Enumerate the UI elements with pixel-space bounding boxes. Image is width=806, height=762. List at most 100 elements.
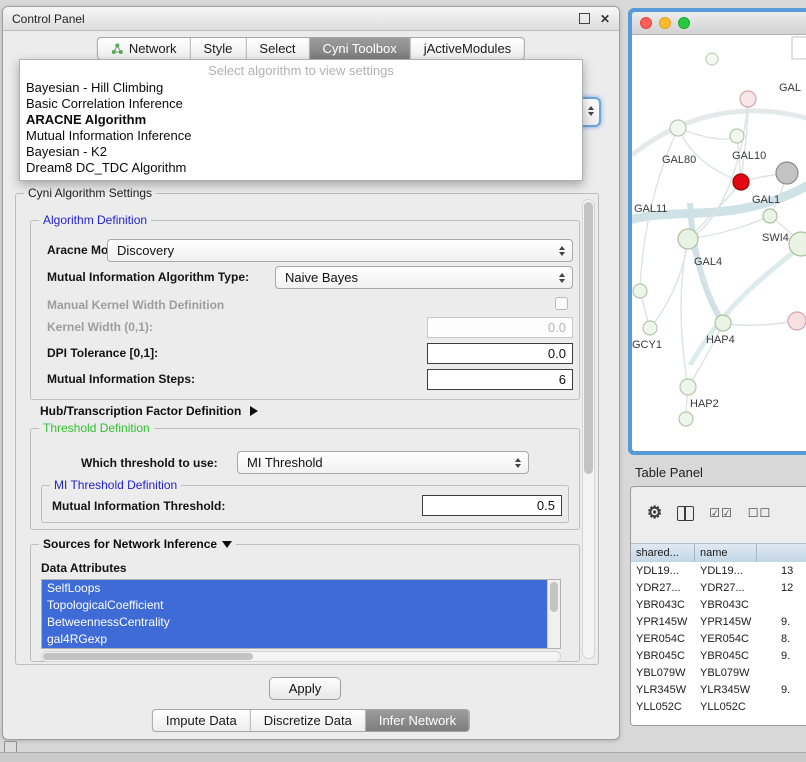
- tab-select[interactable]: Select: [245, 38, 308, 59]
- dpi-tolerance-field[interactable]: 0.0: [427, 343, 573, 364]
- column-header-extra[interactable]: [757, 544, 806, 562]
- expand-arrow-icon[interactable]: [250, 406, 258, 416]
- dropdown-item[interactable]: Bayesian - K2: [20, 144, 582, 160]
- cell-extra: 9.: [757, 647, 806, 664]
- column-header-name[interactable]: name: [695, 544, 757, 562]
- algorithm-definition-group: Algorithm Definition Aracne Mode: Discov…: [30, 220, 580, 400]
- dropdown-item[interactable]: Basic Correlation Inference: [20, 96, 582, 112]
- tab-style[interactable]: Style: [190, 38, 246, 59]
- table-row[interactable]: YDL19... YDL19... 13: [631, 562, 806, 579]
- list-item[interactable]: TopologicalCoefficient: [42, 597, 548, 614]
- columns-icon[interactable]: [677, 506, 694, 521]
- stepper-arrows-icon: [557, 246, 567, 256]
- control-panel-window: Control Panel ✕ Network Style Select Cyn…: [2, 6, 620, 740]
- combo-value: MI Threshold: [247, 455, 513, 470]
- node-label: GAL4: [694, 256, 722, 268]
- tab-discretize-data[interactable]: Discretize Data: [250, 710, 365, 731]
- list-item[interactable]: BetweennessCentrality: [42, 614, 548, 631]
- dropdown-item[interactable]: Mutual Information Inference: [20, 128, 582, 144]
- dropdown-item[interactable]: Dream8 DC_TDC Algorithm: [20, 160, 582, 176]
- list-item[interactable]: gal4RGexp: [42, 631, 548, 648]
- close-button[interactable]: [640, 17, 652, 29]
- apply-button[interactable]: Apply: [269, 677, 341, 700]
- cell-shared-name: YLR345W: [631, 681, 695, 698]
- node-label: GCY1: [632, 339, 662, 351]
- network-window-titlebar[interactable]: [632, 12, 806, 35]
- sources-title-label: Sources for Network Inference: [43, 537, 217, 551]
- scrollbar-thumb[interactable]: [43, 653, 253, 660]
- zoom-button[interactable]: [678, 17, 690, 29]
- dropdown-placeholder: Select algorithm to view settings: [20, 62, 582, 80]
- node-label: GAL10: [732, 150, 766, 162]
- cell-name: YDR27...: [695, 579, 757, 596]
- tab-cyni-toolbox[interactable]: Cyni Toolbox: [309, 38, 410, 59]
- control-panel-titlebar[interactable]: Control Panel ✕: [3, 7, 619, 31]
- manual-kernel-width-label: Manual Kernel Width Definition: [47, 298, 224, 312]
- table-row[interactable]: YDR27... YDR27... 12: [631, 579, 806, 596]
- algorithm-dropdown-popup: Select algorithm to view settings Bayesi…: [19, 59, 583, 181]
- cyni-mode-tab-bar: Impute Data Discretize Data Infer Networ…: [152, 709, 470, 732]
- manual-kernel-width-checkbox[interactable]: [555, 297, 568, 310]
- data-attributes-label: Data Attributes: [41, 561, 127, 575]
- table-row[interactable]: YLL052C YLL052C: [631, 698, 806, 715]
- table-row[interactable]: YPR145W YPR145W 9.: [631, 613, 806, 630]
- float-window-icon[interactable]: [579, 13, 590, 24]
- gear-icon[interactable]: ⚙: [647, 503, 662, 523]
- data-attributes-list[interactable]: SelfLoops TopologicalCoefficient Between…: [41, 579, 561, 649]
- aracne-mode-select[interactable]: Discovery: [107, 239, 573, 262]
- cell-shared-name: YDR27...: [631, 579, 695, 596]
- list-scrollbar[interactable]: [547, 580, 560, 648]
- scrollbar-thumb[interactable]: [550, 582, 558, 612]
- table-row[interactable]: YBR043C YBR043C: [631, 596, 806, 613]
- tab-label: Infer Network: [379, 713, 456, 728]
- table-toolbar: ⚙ ☑☑ ☐☐: [631, 487, 806, 539]
- scrollbar-thumb[interactable]: [584, 202, 593, 474]
- tab-label: jActiveModules: [424, 41, 511, 56]
- group-title: MI Threshold Definition: [50, 478, 181, 492]
- tab-label: Style: [204, 41, 233, 56]
- table-row[interactable]: YLR345W YLR345W 9.: [631, 681, 806, 698]
- dropdown-item[interactable]: Bayesian - Hill Climbing: [20, 80, 582, 96]
- table-row[interactable]: YBR045C YBR045C 9.: [631, 647, 806, 664]
- tab-label: Impute Data: [166, 713, 237, 728]
- kernel-width-label: Kernel Width (0,1):: [47, 320, 153, 334]
- table-panel-title: Table Panel: [635, 465, 703, 480]
- dropdown-item-selected[interactable]: ARACNE Algorithm: [20, 112, 582, 128]
- select-all-checks-icon[interactable]: ☑☑: [709, 506, 733, 520]
- table-row[interactable]: YER054C YER054C 8.: [631, 630, 806, 647]
- cell-name: YDL19...: [695, 562, 757, 579]
- tab-infer-network[interactable]: Infer Network: [365, 710, 469, 731]
- which-threshold-label: Which threshold to use:: [81, 456, 218, 470]
- kernel-width-field[interactable]: 0.0: [427, 317, 573, 338]
- cell-shared-name: YER054C: [631, 630, 695, 647]
- tab-jactivemodules[interactable]: jActiveModules: [410, 38, 524, 59]
- cell-extra: 9.: [757, 681, 806, 698]
- hub-definition-section[interactable]: Hub/Transcription Factor Definition: [40, 404, 258, 418]
- mi-algorithm-type-select[interactable]: Naive Bayes: [275, 266, 573, 289]
- mi-algorithm-type-label: Mutual Information Algorithm Type:: [47, 270, 249, 284]
- mi-threshold-field[interactable]: 0.5: [422, 495, 562, 516]
- tab-label: Select: [259, 41, 295, 56]
- unselect-all-checks-icon[interactable]: ☐☐: [748, 506, 772, 520]
- column-header-shared-name[interactable]: shared...: [631, 544, 695, 562]
- tab-label: Cyni Toolbox: [323, 41, 397, 56]
- hub-definition-label: Hub/Transcription Factor Definition: [40, 404, 241, 418]
- mi-steps-field[interactable]: 6: [427, 369, 573, 390]
- cell-name: YBR043C: [695, 596, 757, 613]
- minimize-button[interactable]: [659, 17, 671, 29]
- list-item[interactable]: SelfLoops: [42, 580, 548, 597]
- list-horizontal-scrollbar[interactable]: [41, 651, 561, 662]
- tab-impute-data[interactable]: Impute Data: [153, 710, 250, 731]
- cell-extra: [757, 698, 806, 715]
- close-icon[interactable]: ✕: [600, 13, 610, 25]
- collapse-arrow-icon[interactable]: [222, 541, 232, 548]
- settings-scrollbar[interactable]: [582, 199, 595, 659]
- network-canvas[interactable]: GAL80 GAL10 GAL11 GAL1 SWI4 GAL4 GCY1 HA…: [632, 35, 806, 451]
- cell-extra: 12: [757, 579, 806, 596]
- table-row[interactable]: YBL079W YBL079W: [631, 664, 806, 681]
- tab-network[interactable]: Network: [98, 38, 190, 59]
- cell-name: YLR345W: [695, 681, 757, 698]
- dpi-tolerance-label: DPI Tolerance [0,1]:: [47, 346, 158, 360]
- table-panel-window: ⚙ ☑☑ ☐☐ shared... name YDL19... YDL19...…: [630, 486, 806, 726]
- which-threshold-select[interactable]: MI Threshold: [237, 451, 529, 474]
